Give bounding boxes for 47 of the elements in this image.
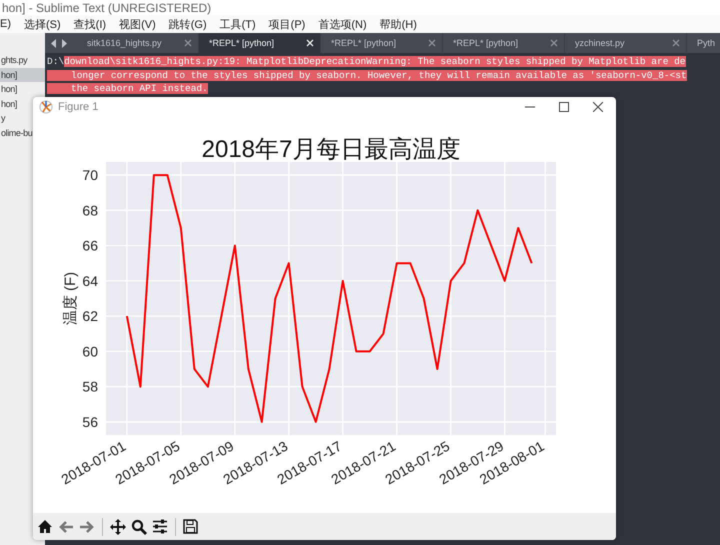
menu-item[interactable]: 跳转(G) <box>168 16 207 32</box>
tab-scroll-arrows-icon[interactable] <box>51 39 67 48</box>
y-tick-label: 58 <box>82 378 98 395</box>
back-arrow-icon[interactable] <box>58 520 74 534</box>
menu-item[interactable]: 工具(T) <box>220 16 256 32</box>
y-axis-label: 温度 (F) <box>62 272 79 326</box>
y-tick-label: 70 <box>82 167 98 184</box>
sidebar-item[interactable]: hon] <box>0 96 17 111</box>
sidebar-item[interactable]: y <box>0 111 6 126</box>
maximize-icon[interactable] <box>559 102 569 112</box>
sidebar-item[interactable]: hon] <box>0 68 45 82</box>
warning-text: the seaborn API instead. <box>47 83 208 94</box>
search-icon[interactable] <box>131 518 147 534</box>
y-tick-label: 66 <box>82 238 98 254</box>
home-icon[interactable] <box>37 519 53 534</box>
editor-tab[interactable]: *REPL* [python] <box>443 33 565 53</box>
menu-item[interactable]: 视图(V) <box>119 16 156 32</box>
menu-item[interactable]: 选择(S) <box>24 16 61 32</box>
menu-item[interactable]: 查找(I) <box>74 16 106 32</box>
menu-item[interactable]: 项目(P) <box>268 16 306 32</box>
y-tick-label: 62 <box>82 308 98 324</box>
move-icon[interactable] <box>110 518 126 534</box>
forward-arrow-icon[interactable] <box>79 520 95 534</box>
y-tick-label: 60 <box>82 343 98 360</box>
sidebar-item[interactable]: ghts.py <box>0 53 28 68</box>
menu-item[interactable]: 帮助(H) <box>380 16 417 32</box>
editor-tab[interactable]: *REPL* [python] <box>321 33 443 53</box>
menu-item[interactable]: 首选项(N) <box>318 16 367 32</box>
y-tick-label: 64 <box>82 272 98 289</box>
menu-item[interactable]: E) <box>0 18 11 30</box>
figure-title: Figure 1 <box>58 101 98 113</box>
close-icon[interactable] <box>593 102 603 112</box>
sliders-icon[interactable] <box>152 519 168 534</box>
editor-tab[interactable]: *REPL* [python] <box>199 33 321 53</box>
sidebar-item[interactable]: olime-bu <box>0 126 32 140</box>
chart-title: 2018年7月每日最高温度 <box>202 136 460 163</box>
warning-text: download\sitk1616_hights.py:19: MatplotlibDeprecationWarning: The seaborn styles shipped by Matplotlib are de <box>64 56 686 67</box>
warning-text: longer correspond to the styles shipped by seaborn. However, they will remain available as 'seaborn-v0_8-<st <box>47 70 687 80</box>
matplotlib-logo-icon <box>39 100 53 114</box>
console-prompt: D:\ <box>47 56 64 67</box>
editor-tab[interactable]: Pyth <box>687 33 720 53</box>
sidebar-item[interactable]: hon] <box>0 82 17 96</box>
y-tick-label: 56 <box>82 414 98 430</box>
save-icon[interactable] <box>183 519 198 534</box>
editor-tab[interactable]: yzchinest.py <box>565 33 687 53</box>
y-tick-label: 68 <box>82 202 98 218</box>
window-title: hon] - Sublime Text (UNREGISTERED) <box>2 0 212 14</box>
